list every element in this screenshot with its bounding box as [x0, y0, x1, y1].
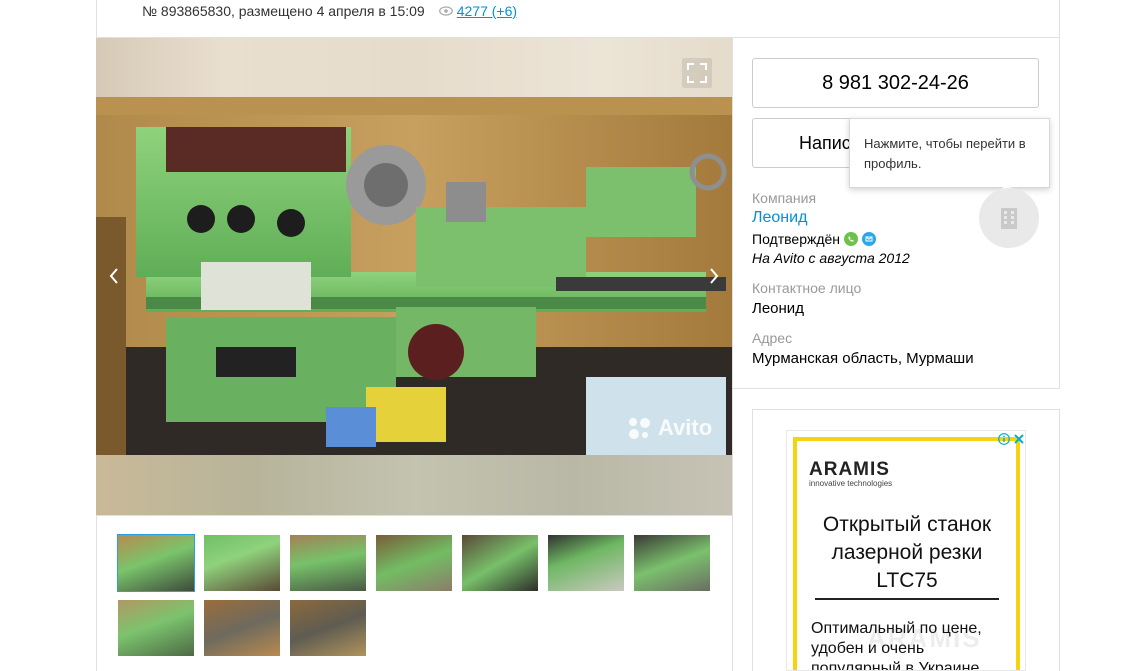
email-verified-icon — [862, 232, 877, 246]
photo-gallery[interactable]: Avito — [96, 38, 732, 515]
confirmed-status: Подтверждён — [752, 231, 877, 247]
thumbnail[interactable] — [548, 535, 624, 591]
thumbnail[interactable] — [462, 535, 538, 591]
listing-meta: № 893865830, размещено 4 апреля в 15:09 … — [142, 2, 517, 20]
thumbnail[interactable] — [290, 535, 366, 591]
eye-icon — [438, 6, 453, 16]
views-counter: 4277 (+6) — [438, 3, 517, 19]
company-label: Компания — [752, 190, 817, 206]
photo-blur-bottom — [96, 455, 732, 515]
company-name-link[interactable]: Леонид — [752, 209, 807, 227]
confirmed-label: Подтверждён — [752, 231, 841, 247]
thumbnail[interactable] — [204, 600, 280, 656]
avito-logo-icon — [629, 418, 650, 439]
thumbnail[interactable] — [634, 535, 710, 591]
ad-tagline: innovative technologies — [809, 479, 893, 488]
photo-blur-top — [96, 38, 732, 97]
chevron-right-icon — [710, 268, 719, 284]
thumbnail[interactable] — [118, 600, 194, 656]
phone-verified-icon — [844, 232, 859, 246]
listing-number-date: № 893865830, размещено 4 апреля в 15:09 — [142, 3, 425, 19]
company-avatar[interactable] — [979, 188, 1039, 248]
building-icon — [1001, 208, 1017, 229]
gallery-divider — [96, 515, 732, 516]
ad-divider — [815, 598, 999, 600]
ad-body-text: Оптимальный по цене, удобен и очень попу… — [811, 620, 982, 671]
contact-divider — [732, 388, 1060, 389]
profile-tooltip: Нажмите, чтобы перейти в профиль. — [849, 118, 1050, 188]
ad-border — [793, 437, 797, 670]
member-since: На Avito с августа 2012 — [752, 250, 910, 266]
fullscreen-icon — [687, 63, 707, 83]
address-value: Мурманская область, Мурмаши — [752, 350, 974, 367]
main-photo — [96, 97, 732, 455]
show-phone-button[interactable]: 8 981 302-24-26 — [752, 58, 1039, 108]
listing-page: № 893865830, размещено 4 апреля в 15:09 … — [0, 0, 1131, 671]
thumbnail[interactable] — [290, 600, 366, 656]
card-border-right — [1059, 0, 1060, 388]
info-icon — [997, 432, 1010, 445]
fullscreen-button[interactable] — [682, 58, 712, 88]
gallery-next-button[interactable] — [702, 262, 726, 290]
ad-headline: Открытый станок лазерной резки LTC75 — [822, 513, 992, 592]
thumbnail[interactable] — [117, 534, 195, 592]
advertisement-banner[interactable]: ARAMIS ARAMIS innovative technologies От… — [786, 430, 1026, 671]
ad-brand-logo: ARAMIS — [809, 459, 890, 480]
contact-person-name: Леонид — [752, 300, 804, 317]
address-label: Адрес — [752, 330, 793, 346]
ad-border — [1016, 437, 1020, 670]
column-divider — [732, 38, 733, 671]
chevron-left-icon — [109, 268, 118, 284]
views-count[interactable]: 4277 (+6) — [457, 3, 517, 19]
ad-info-button[interactable] — [996, 431, 1011, 446]
thumbnail[interactable] — [376, 535, 452, 591]
thumbnail[interactable] — [204, 535, 280, 591]
avito-watermark: Avito — [626, 415, 712, 441]
watermark-text: Avito — [658, 415, 713, 440]
close-icon — [1013, 433, 1024, 444]
contact-person-label: Контактное лицо — [752, 280, 862, 296]
gallery-prev-button[interactable] — [102, 262, 126, 290]
ad-border — [793, 437, 1020, 441]
ad-close-button[interactable] — [1011, 431, 1025, 446]
